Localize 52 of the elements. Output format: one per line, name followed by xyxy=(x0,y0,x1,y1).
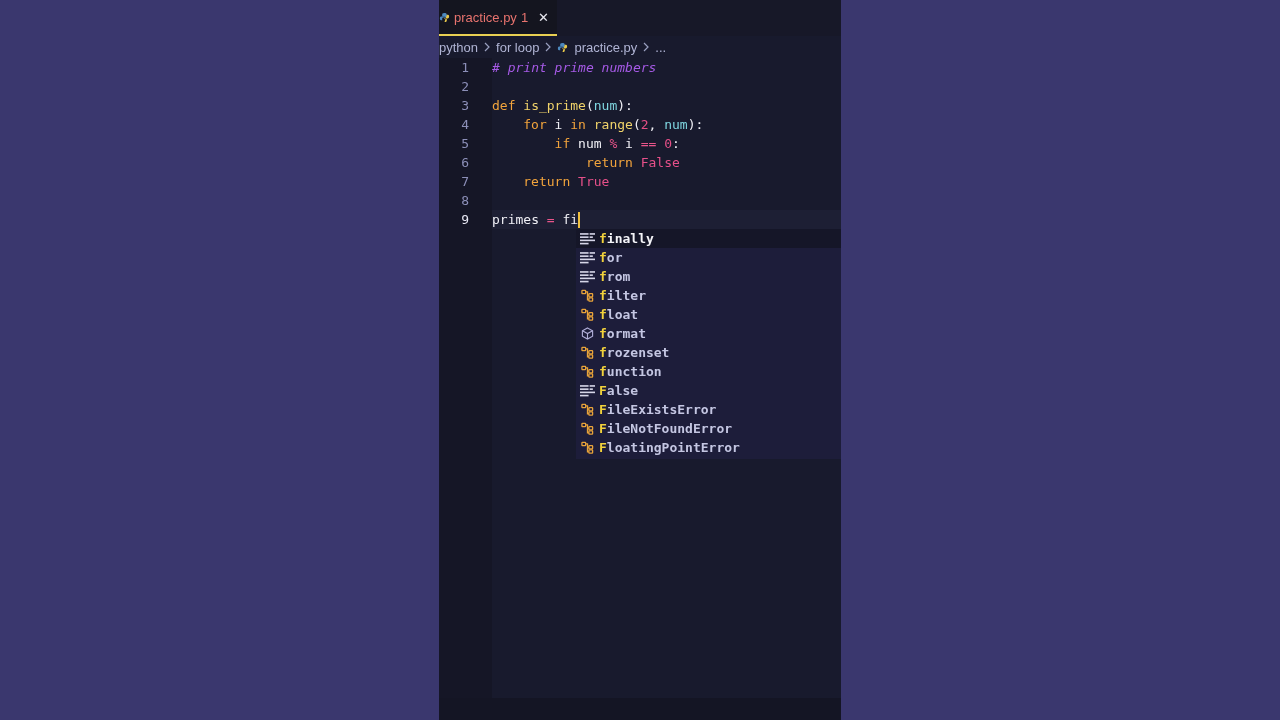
suggestion-item[interactable]: format xyxy=(576,324,841,343)
chevron-icon xyxy=(643,42,650,52)
suggestion-item[interactable]: for xyxy=(576,248,841,267)
suggestion-item[interactable]: filter xyxy=(576,286,841,305)
suggestion-item[interactable]: FloatingPointError xyxy=(576,438,841,457)
breadcrumb-item[interactable]: python xyxy=(439,39,479,55)
line-number: 6 xyxy=(460,154,470,172)
editor-tab[interactable]: practice.py 1 ✕ xyxy=(439,0,558,36)
code-line: if num % i == 0: xyxy=(554,135,680,153)
suggestion-item[interactable]: False xyxy=(576,381,841,400)
suggestion-item[interactable]: finally xyxy=(576,229,841,248)
line-number: 2 xyxy=(460,78,470,96)
code-line: return True xyxy=(523,173,610,191)
breadcrumb-item[interactable]: practice.py xyxy=(574,39,638,55)
text-cursor xyxy=(578,211,581,228)
breadcrumb-item[interactable]: ... xyxy=(655,39,667,55)
class-icon xyxy=(580,289,595,302)
cube-icon xyxy=(580,327,595,340)
line-number: 1 xyxy=(460,59,470,77)
keyword-icon xyxy=(580,270,595,283)
class-icon xyxy=(580,441,595,454)
keyword-icon xyxy=(580,251,595,264)
keyword-icon xyxy=(580,384,595,397)
close-icon[interactable]: ✕ xyxy=(538,9,550,25)
suggestion-item[interactable]: FileExistsError xyxy=(576,400,841,419)
breadcrumb-item[interactable]: for loop xyxy=(496,39,540,55)
code-line: for i in range(2, num): xyxy=(523,116,704,134)
python-file-icon xyxy=(557,41,569,53)
python-file-icon xyxy=(439,11,450,23)
class-icon xyxy=(580,308,595,321)
class-icon xyxy=(580,403,595,416)
suggestion-item[interactable]: frozenset xyxy=(576,343,841,362)
line-number: 4 xyxy=(460,116,470,134)
line-number: 5 xyxy=(460,135,470,153)
suggestion-item[interactable]: float xyxy=(576,305,841,324)
code-comment: # print prime numbers xyxy=(492,59,657,77)
line-number: 3 xyxy=(460,97,470,115)
class-icon xyxy=(580,365,595,378)
code-line: primes = fi xyxy=(492,211,579,229)
class-icon xyxy=(580,422,595,435)
code-line: def is_prime(num): xyxy=(492,97,633,115)
class-icon xyxy=(580,346,595,359)
suggestion-item[interactable]: function xyxy=(576,362,841,381)
code-line: return False xyxy=(585,154,680,172)
chevron-icon xyxy=(484,42,491,52)
chevron-icon xyxy=(545,42,552,52)
line-number: 7 xyxy=(460,173,470,191)
suggestion-item[interactable]: from xyxy=(576,267,841,286)
keyword-icon xyxy=(580,232,595,245)
suggestion-item[interactable]: FileNotFoundError xyxy=(576,419,841,438)
line-number: 9 xyxy=(460,211,470,229)
line-number: 8 xyxy=(460,192,470,210)
